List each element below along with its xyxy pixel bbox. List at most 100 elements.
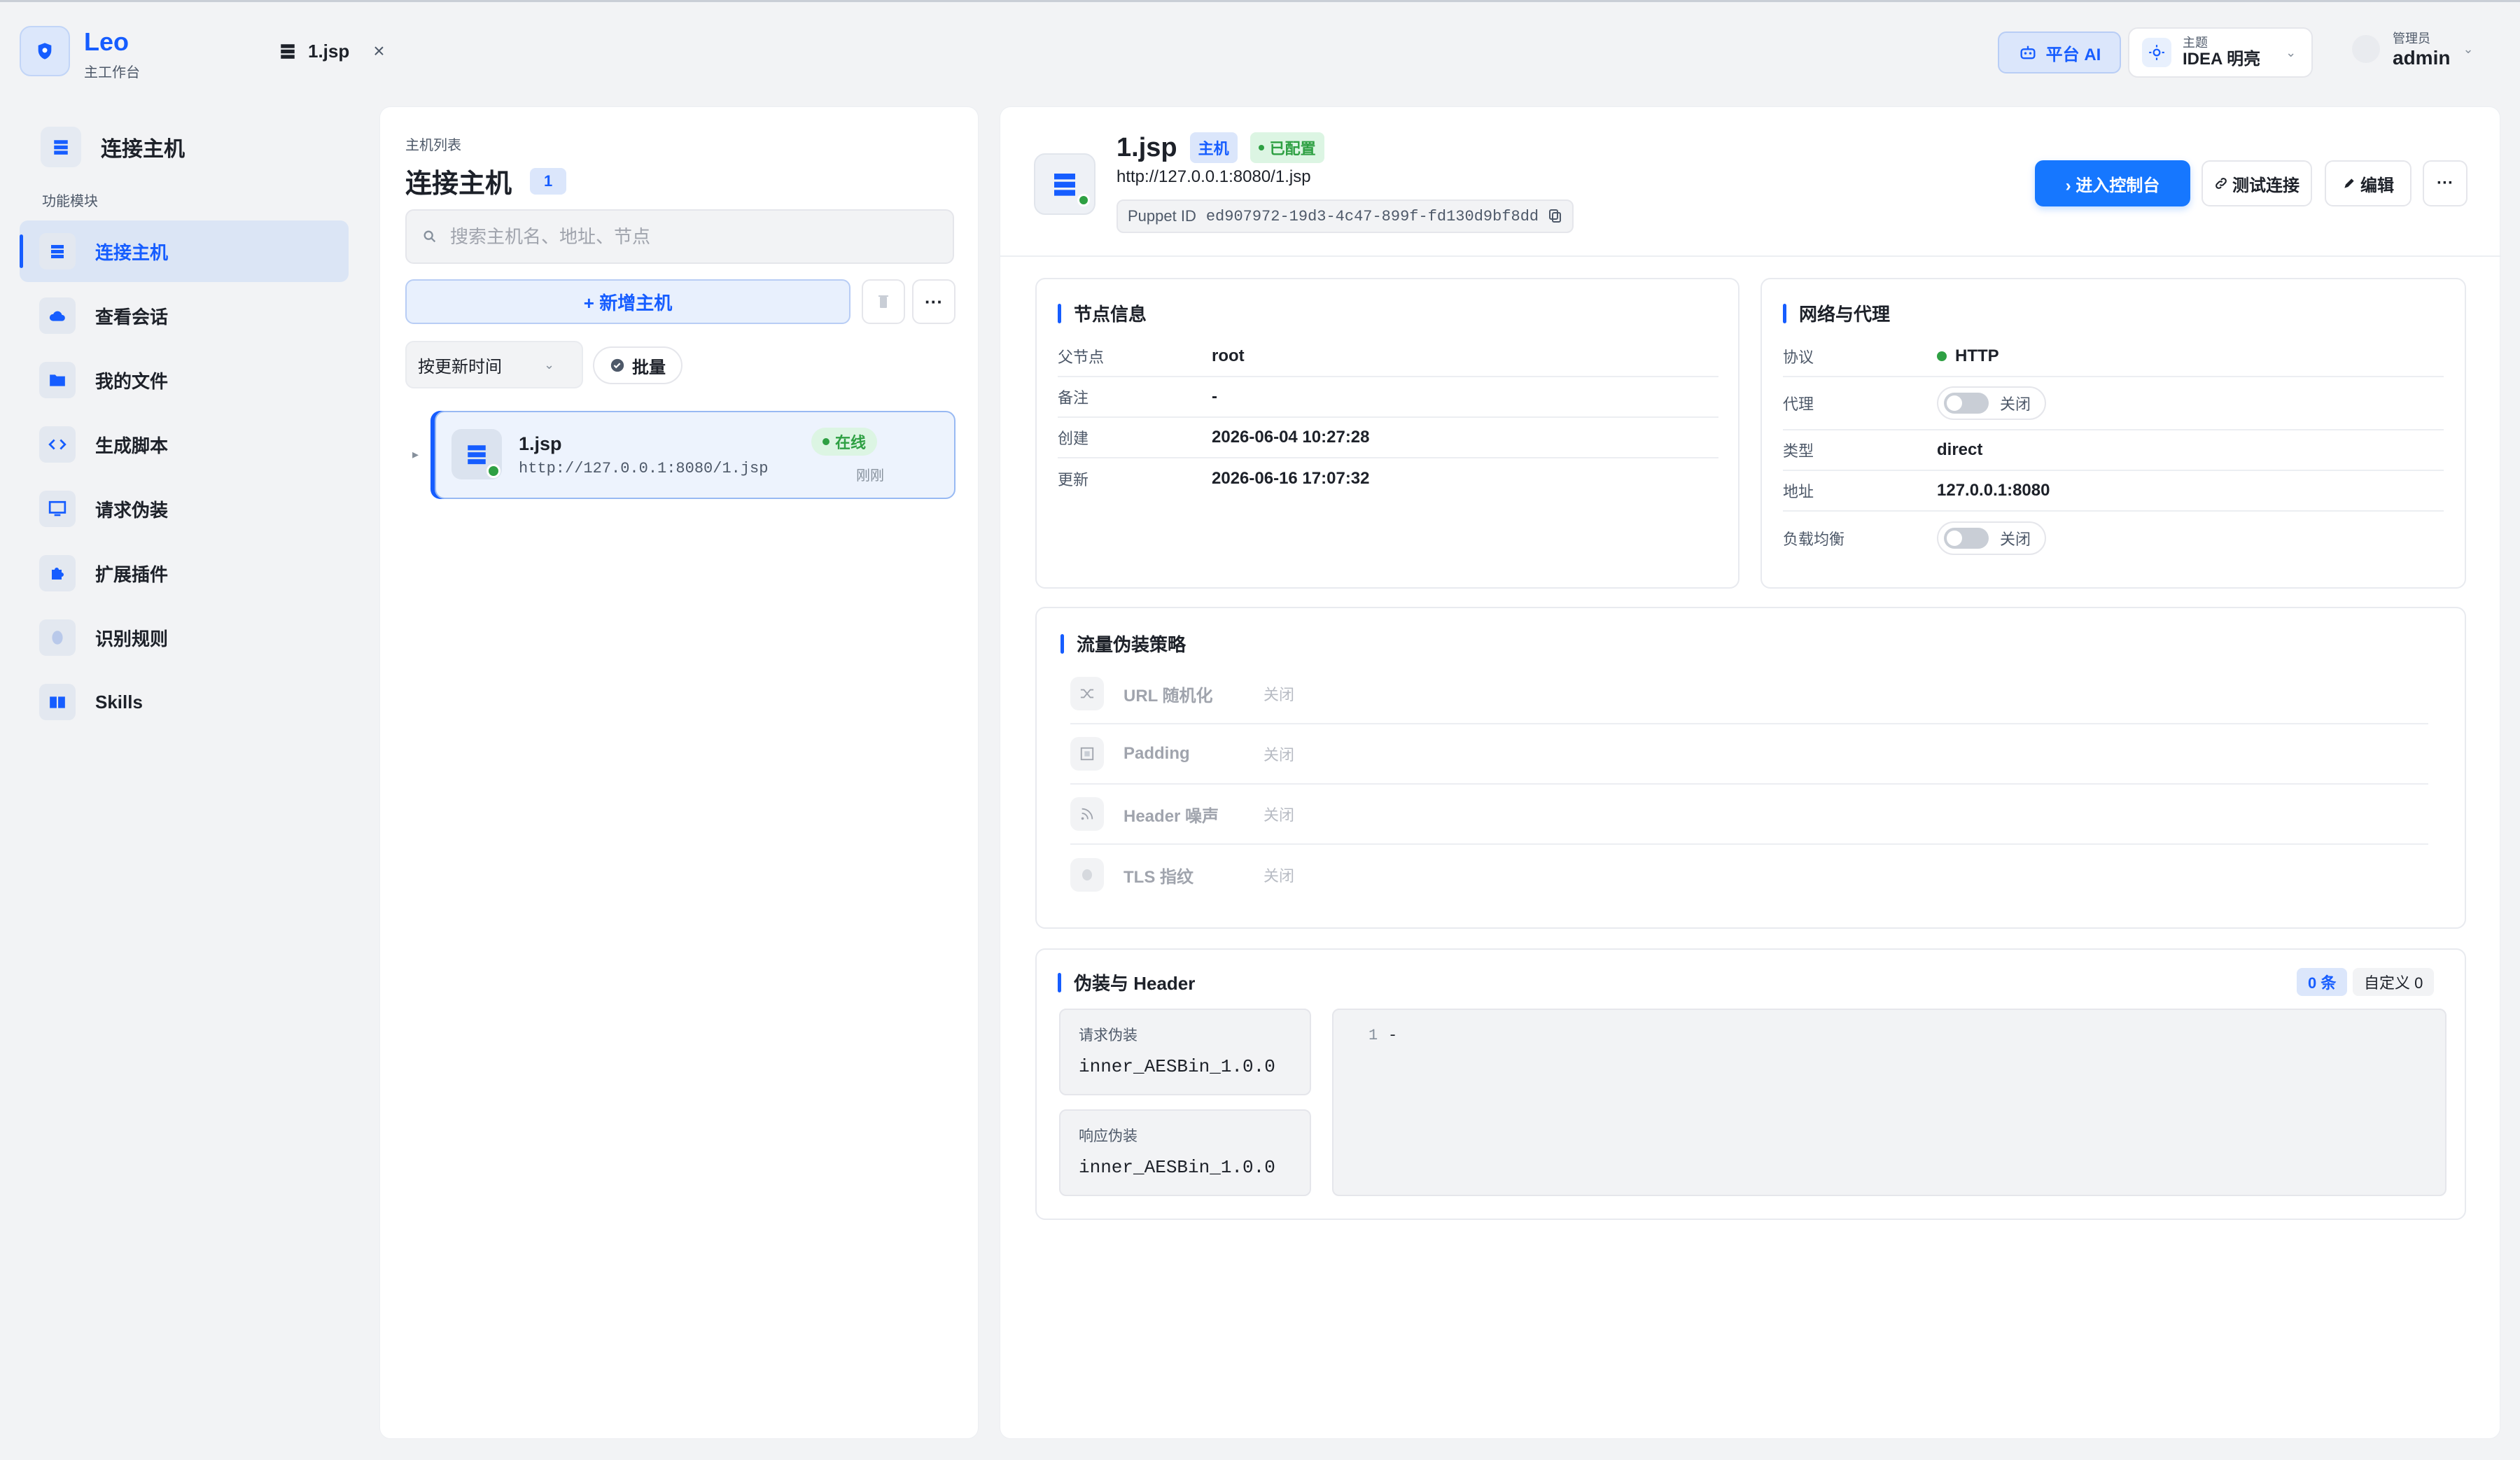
network-card: 网络与代理 协议 HTTP 代理 关闭 类型 direct 地址 127.0.0.1:… xyxy=(1760,278,2466,589)
info-row-note: 备注 - xyxy=(1058,377,1718,418)
copy-icon[interactable] xyxy=(1548,209,1562,224)
info-row-created: 创建 2026-06-04 10:27:28 xyxy=(1058,418,1718,458)
test-connection-button[interactable]: 测试连接 xyxy=(2202,160,2312,206)
expand-caret-icon[interactable]: ▸ xyxy=(412,447,419,462)
platform-ai-label: 平台 AI xyxy=(2045,45,2101,64)
host-type-tag: 主机 xyxy=(1189,132,1238,163)
network-list: 协议 HTTP 代理 关闭 类型 direct 地址 127.0.0.1:8080 负… xyxy=(1783,337,2444,565)
host-url: http://127.0.0.1:8080/1.jsp xyxy=(519,460,769,477)
chevron-down-icon: ⌄ xyxy=(2463,41,2474,56)
page-title: 连接主机 1 xyxy=(405,162,567,200)
puppet-id-value: ed907972-19d3-4c47-899f-fd130d9bf8dd xyxy=(1205,207,1539,225)
puzzle-icon xyxy=(39,555,76,591)
code-icon xyxy=(39,426,76,463)
proxy-toggle[interactable]: 关闭 xyxy=(1937,386,2047,420)
sidebar-item-label: 生成脚本 xyxy=(95,435,169,456)
theme-label: 主题 xyxy=(2183,36,2208,50)
sidebar-item-label: 识别规则 xyxy=(95,628,169,650)
network-title: 网络与代理 xyxy=(1783,300,1890,326)
user-role: 管理员 xyxy=(2393,31,2430,45)
host-count-badge: 1 xyxy=(530,167,567,195)
server-icon xyxy=(281,44,295,59)
net-row-address: 地址 127.0.0.1:8080 xyxy=(1783,471,2444,512)
request-masq-value: inner_AESBin_1.0.0 xyxy=(1079,1056,1275,1077)
strategy-item-url[interactable]: URL 随机化 关闭 xyxy=(1070,664,2428,724)
configured-tag: 已配置 xyxy=(1250,132,1324,163)
sidebar-item-connect-host[interactable]: 连接主机 xyxy=(20,220,349,282)
masquerade-header-card: 伪装与 Header 0 条 自定义 0 请求伪装 inner_AESBin_1… xyxy=(1035,948,2466,1220)
sidebar-section-label: 功能模块 xyxy=(42,194,98,209)
theme-value: IDEA 明亮 xyxy=(2183,50,2261,69)
request-masq-box[interactable]: 请求伪装 inner_AESBin_1.0.0 xyxy=(1059,1009,1311,1095)
enter-console-button[interactable]: › 进入控制台 xyxy=(2035,160,2190,206)
sidebar-item-skills[interactable]: Skills xyxy=(20,671,349,733)
online-dot xyxy=(486,464,500,478)
net-row-type: 类型 direct xyxy=(1783,430,2444,471)
sidebar-item-plugins[interactable]: 扩展插件 xyxy=(20,542,349,604)
app-brand: Leo xyxy=(84,27,130,56)
theme-selector[interactable]: 主题 IDEA 明亮 ⌄ xyxy=(2128,27,2313,78)
user-name: admin xyxy=(2393,47,2451,69)
sidebar-item-label: 连接主机 xyxy=(95,241,169,263)
node-info-list: 父节点 root 备注 - 创建 2026-06-04 10:27:28 更新 2026… xyxy=(1058,337,1718,499)
delete-button[interactable] xyxy=(862,279,905,324)
custom-count-tag: 自定义 0 xyxy=(2353,968,2435,996)
strategy-item-header-noise[interactable]: Header 噪声 关闭 xyxy=(1070,785,2428,845)
sort-select[interactable]: 按更新时间 ⌄ xyxy=(405,341,583,388)
server-icon xyxy=(41,127,81,167)
host-list-panel: 主机列表 连接主机 1 + 新增主机 ··· 按更新时间 ⌄ 批量 ▸ 1.js… xyxy=(379,106,979,1439)
search-box[interactable] xyxy=(405,209,954,264)
sidebar-item-label: Skills xyxy=(95,691,143,713)
response-masq-box[interactable]: 响应伪装 inner_AESBin_1.0.0 xyxy=(1059,1109,1311,1196)
sidebar: 连接主机 功能模块 连接主机 查看会话 我的文件 生成脚本 请求伪装 扩展插件 … xyxy=(0,92,361,1460)
platform-ai-button[interactable]: 平台 AI xyxy=(1998,31,2121,73)
strategy-title: 流量伪装策略 xyxy=(1060,631,1186,657)
search-input[interactable] xyxy=(450,225,926,248)
tab-host[interactable]: 1.jsp × xyxy=(279,40,385,62)
net-row-proxy: 代理 关闭 xyxy=(1783,377,2444,430)
strategy-item-tls[interactable]: TLS 指纹 关闭 xyxy=(1070,845,2428,905)
info-row-updated: 更新 2026-06-16 17:07:32 xyxy=(1058,469,1370,489)
status-badge: 在线 xyxy=(811,428,878,456)
sidebar-heading: 连接主机 xyxy=(41,127,185,167)
node-info-title: 节点信息 xyxy=(1058,300,1147,326)
more-actions-button[interactable]: ··· xyxy=(2423,160,2468,206)
edit-button[interactable]: 编辑 xyxy=(2325,160,2412,206)
strategy-list: URL 随机化 关闭 Padding 关闭 Header 噪声 关闭 TLS 指纹 关闭 xyxy=(1070,664,2428,905)
add-host-button[interactable]: + 新增主机 xyxy=(405,279,850,324)
header-code-editor[interactable]: 1 - xyxy=(1332,1009,2446,1196)
sun-icon xyxy=(2142,38,2171,67)
shield-icon xyxy=(38,43,52,59)
sidebar-item-sessions[interactable]: 查看会话 xyxy=(20,285,349,346)
traffic-strategy-card: 流量伪装策略 URL 随机化 关闭 Padding 关闭 Header 噪声 关闭 T… xyxy=(1035,607,2466,929)
sidebar-item-request-masq[interactable]: 请求伪装 xyxy=(20,478,349,540)
app-logo[interactable] xyxy=(20,26,70,76)
host-url: http://127.0.0.1:8080/1.jsp xyxy=(1116,167,1311,186)
host-list-caption: 主机列表 xyxy=(405,138,461,153)
net-row-protocol: 协议 HTTP xyxy=(1783,337,2444,377)
info-row-parent: 父节点 root xyxy=(1058,337,1718,377)
code-content: - xyxy=(1388,1027,1398,1044)
link-icon xyxy=(2216,178,2227,189)
sidebar-item-scripts[interactable]: 生成脚本 xyxy=(20,414,349,475)
user-menu[interactable]: 管理员 admin ⌄ xyxy=(2352,29,2474,69)
tab-close-button[interactable]: × xyxy=(373,40,384,62)
sidebar-item-rules[interactable]: 识别规则 xyxy=(20,607,349,668)
toggle-switch xyxy=(1944,528,1989,549)
net-row-lb: 负载均衡 关闭 xyxy=(1783,512,2444,565)
more-button[interactable]: ··· xyxy=(912,279,955,324)
load-balance-toggle[interactable]: 关闭 xyxy=(1937,521,2047,555)
fingerprint-icon xyxy=(1070,858,1104,892)
app-header: Leo 主工作台 1.jsp × 平台 AI 主题 IDEA 明亮 ⌄ 管理员 … xyxy=(0,2,2520,92)
sidebar-item-files[interactable]: 我的文件 xyxy=(20,349,349,411)
robot-icon xyxy=(2020,45,2036,59)
host-list-item[interactable]: 1.jsp http://127.0.0.1:8080/1.jsp 在线 刚刚 xyxy=(435,411,955,499)
online-dot xyxy=(1077,194,1090,206)
puppet-id-label: Puppet ID xyxy=(1128,207,1196,225)
strategy-item-padding[interactable]: Padding 关闭 xyxy=(1070,724,2428,785)
pencil-icon xyxy=(2344,178,2354,188)
host-detail-panel: 1.jsp 主机 已配置 http://127.0.0.1:8080/1.jsp… xyxy=(1000,106,2501,1439)
trash-icon xyxy=(878,295,888,308)
response-masq-value: inner_AESBin_1.0.0 xyxy=(1079,1157,1275,1178)
batch-button[interactable]: 批量 xyxy=(593,346,682,384)
